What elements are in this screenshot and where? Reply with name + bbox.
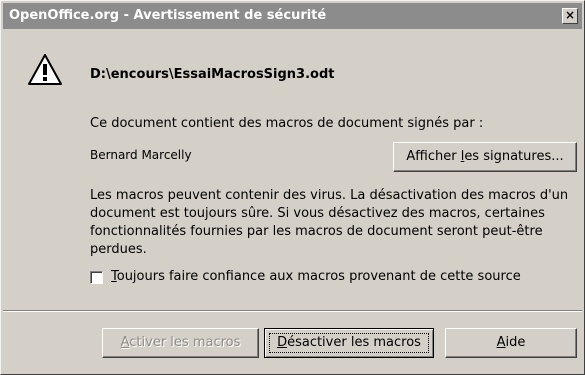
signed-macros-info: Ce document contient des macros de docum… (90, 116, 484, 131)
trust-source-label[interactable]: Toujours faire confiance aux macros prov… (111, 269, 521, 284)
deactivate-mnemonic: D (277, 335, 288, 350)
virus-warning-text: Les macros peuvent contenir des virus. L… (90, 188, 569, 257)
trust-source-label-rest: oujours faire confiance aux macros prove… (116, 269, 521, 284)
close-icon: × (564, 8, 576, 22)
deactivate-label: Désactiver les macros (277, 335, 421, 350)
deactivate-label-rest: ésactiver les macros (287, 335, 421, 350)
title-bar[interactable]: OpenOffice.org - Avertissement de sécuri… (3, 3, 582, 29)
view-signatures-label-end: es signatures... (464, 149, 564, 164)
activate-label-rest: ctiver les macros (129, 335, 241, 350)
signer-name: Bernard Marcelly (90, 148, 192, 162)
help-label-rest: ide (505, 335, 526, 350)
warning-icon (28, 54, 62, 85)
activate-macros-button[interactable]: Activer les macros (102, 328, 259, 358)
view-signatures-button[interactable]: Afficher les signatures... (393, 142, 577, 172)
help-button[interactable]: Aide (445, 328, 577, 358)
activate-mnemonic: A (120, 335, 130, 350)
help-mnemonic: A (496, 335, 506, 350)
document-path: D:\encours\EssaiMacrosSign3.odt (90, 67, 335, 82)
separator (3, 310, 582, 312)
security-warning-dialog: OpenOffice.org - Avertissement de sécuri… (0, 0, 585, 375)
trust-source-checkbox[interactable] (90, 271, 103, 284)
view-signatures-label-start: Afficher (406, 149, 461, 164)
close-button[interactable]: × (562, 8, 578, 24)
window-title: OpenOffice.org - Avertissement de sécuri… (9, 8, 327, 23)
deactivate-macros-button[interactable]: Désactiver les macros (264, 328, 434, 358)
